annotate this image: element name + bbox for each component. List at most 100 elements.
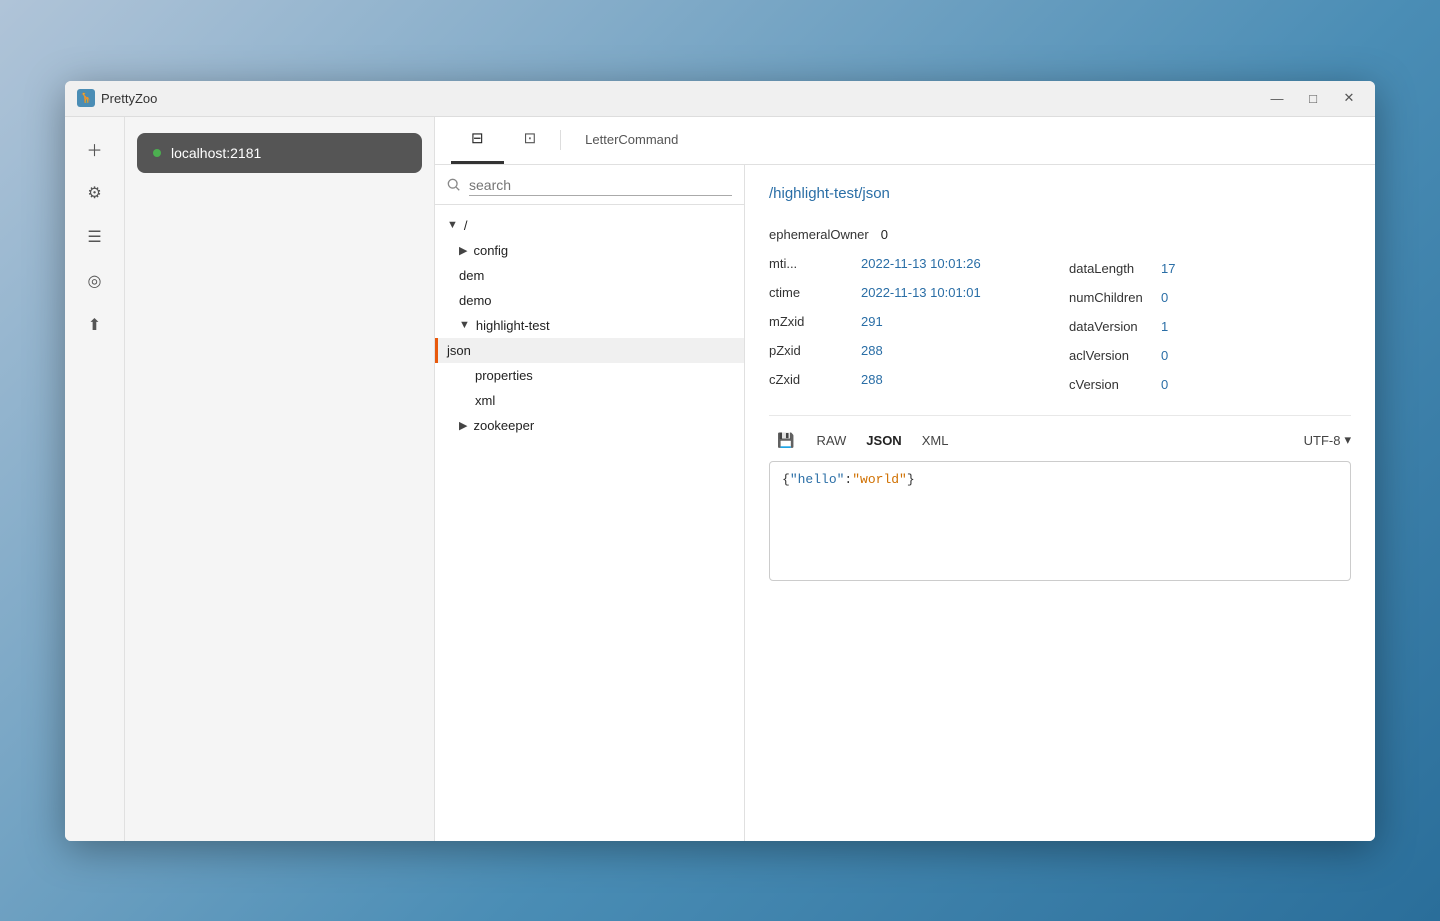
data-editor-toolbar: 💾 RAW JSON XML xyxy=(769,428,1351,453)
upload-button[interactable]: ⬆ xyxy=(75,305,115,345)
tree-item-root[interactable]: ▼ / xyxy=(435,213,744,238)
titlebar: 🦒 PrettyZoo — □ ✕ xyxy=(65,81,1375,117)
label-mzxid: mZxid xyxy=(769,314,849,329)
detail-row-datalength: dataLength 17 xyxy=(1069,254,1269,283)
list-button[interactable]: ☰ xyxy=(75,217,115,257)
detail-row-dataversion: dataVersion 1 xyxy=(1069,312,1269,341)
tree-item-highlight-test[interactable]: ▼ highlight-test xyxy=(435,313,744,338)
upload-icon: ⬆ xyxy=(88,315,101,335)
tree-panel: ▼ / ▶ config dem xyxy=(435,165,745,841)
tree-item-properties-label: properties xyxy=(475,368,533,383)
encoding-select[interactable]: UTF-8 ▾ xyxy=(1304,432,1351,448)
tab-letter-command[interactable]: LetterCommand xyxy=(565,117,698,164)
sidebar-icons: ＋ ⚙ ☰ ◎ ⬆ xyxy=(65,117,125,841)
tree-item-demo[interactable]: demo xyxy=(435,288,744,313)
connection-panel: localhost:2181 xyxy=(125,117,435,841)
value-aclversion: 0 xyxy=(1161,348,1168,363)
detail-row-cversion: cVersion 0 xyxy=(1069,370,1269,399)
detail-row-aclversion: aclVersion 0 xyxy=(1069,341,1269,370)
detail-row-ctime: ctime 2022-11-13 10:01:01 xyxy=(769,278,1029,307)
tree-tab-icon: ⊟ xyxy=(471,129,484,147)
json-value: "world" xyxy=(852,472,907,487)
connection-item[interactable]: localhost:2181 xyxy=(137,133,422,173)
detail-row-ephemeralowner: ephemeralOwner 0 xyxy=(769,220,1029,249)
label-cversion: cVersion xyxy=(1069,377,1149,392)
value-ephemeralowner: 0 xyxy=(881,227,888,242)
tab-tree[interactable]: ⊟ xyxy=(451,117,504,164)
label-pzxid: pZxid xyxy=(769,343,849,358)
tree-arrow-config: ▶ xyxy=(459,244,467,257)
connection-status-dot xyxy=(153,149,161,157)
settings-icon: ⚙ xyxy=(87,183,101,203)
tree-item-highlight-test-label: highlight-test xyxy=(476,318,550,333)
value-ctime: 2022-11-13 10:01:01 xyxy=(861,285,981,300)
tree-item-demo-label: demo xyxy=(459,293,492,308)
data-editor: 💾 RAW JSON XML xyxy=(769,415,1351,581)
app-title: 🦒 PrettyZoo xyxy=(77,89,157,107)
value-dataversion: 1 xyxy=(1161,319,1168,334)
minimize-button[interactable]: — xyxy=(1263,88,1291,108)
detail-row-mti: mti... 2022-11-13 10:01:26 xyxy=(769,249,1029,278)
tree-item-properties[interactable]: properties xyxy=(435,363,744,388)
tree-arrow-highlight-test: ▼ xyxy=(459,319,470,331)
format-xml-button[interactable]: XML xyxy=(916,431,955,450)
label-numchildren: numChildren xyxy=(1069,290,1149,305)
tree-item-xml[interactable]: xml xyxy=(435,388,744,413)
app-title-label: PrettyZoo xyxy=(101,91,157,106)
label-ephemeralowner: ephemeralOwner xyxy=(769,227,869,242)
titlebar-controls: — □ ✕ xyxy=(1263,88,1363,108)
detail-row-mzxid: mZxid 291 xyxy=(769,307,1029,336)
format-json-label: JSON xyxy=(866,433,901,448)
value-cversion: 0 xyxy=(1161,377,1168,392)
value-mzxid: 291 xyxy=(861,314,883,329)
right-area: ⊟ ⊡ LetterCommand xyxy=(435,117,1375,841)
tree-arrow-root: ▼ xyxy=(447,219,458,231)
tab-terminal[interactable]: ⊡ xyxy=(504,117,557,164)
connection-label: localhost:2181 xyxy=(171,145,261,161)
main-content: ＋ ⚙ ☰ ◎ ⬆ localhost:2181 xyxy=(65,117,1375,841)
tree-item-zookeeper-label: zookeeper xyxy=(473,418,534,433)
detail-row-pzxid: pZxid 288 xyxy=(769,336,1029,365)
format-raw-button[interactable]: RAW xyxy=(810,431,852,450)
detail-row-numchildren: numChildren 0 xyxy=(1069,283,1269,312)
json-close-brace: } xyxy=(907,472,915,487)
add-icon: ＋ xyxy=(86,137,102,161)
format-json-button[interactable]: JSON xyxy=(860,431,907,450)
tree-item-dem-label: dem xyxy=(459,268,484,283)
value-datalength: 17 xyxy=(1161,261,1175,276)
tree-item-dem[interactable]: dem xyxy=(435,263,744,288)
app-logo-icon: 🦒 xyxy=(77,89,95,107)
value-mti: 2022-11-13 10:01:26 xyxy=(861,256,981,271)
label-dataversion: dataVersion xyxy=(1069,319,1149,334)
json-open-brace: { xyxy=(782,472,790,487)
tree-item-json[interactable]: json xyxy=(435,338,744,363)
save-data-button[interactable]: 💾 xyxy=(769,428,802,453)
maximize-button[interactable]: □ xyxy=(1299,88,1327,108)
settings-button[interactable]: ⚙ xyxy=(75,173,115,213)
save-icon: 💾 xyxy=(777,432,794,448)
json-key: "hello" xyxy=(790,472,845,487)
search-icon xyxy=(447,178,461,195)
format-raw-label: RAW xyxy=(816,433,846,448)
value-pzxid: 288 xyxy=(861,343,883,358)
tree-item-zookeeper[interactable]: ▶ zookeeper xyxy=(435,413,744,438)
close-button[interactable]: ✕ xyxy=(1335,88,1363,108)
value-czxid: 288 xyxy=(861,372,883,387)
data-button[interactable]: ◎ xyxy=(75,261,115,301)
tree-arrow-zookeeper: ▶ xyxy=(459,419,467,432)
add-button[interactable]: ＋ xyxy=(75,129,115,169)
detail-row-czxid: cZxid 288 xyxy=(769,365,1029,394)
app-window: 🦒 PrettyZoo — □ ✕ ＋ ⚙ ☰ ◎ ⬆ xyxy=(65,81,1375,841)
search-input[interactable] xyxy=(469,177,732,196)
tree-item-json-label: json xyxy=(447,343,471,358)
letter-command-tab-label: LetterCommand xyxy=(585,132,678,147)
data-content-box[interactable]: {"hello":"world"} xyxy=(769,461,1351,581)
terminal-tab-icon: ⊡ xyxy=(524,129,537,147)
detail-panel: /highlight-test/json ephemeralOwner 0 xyxy=(745,165,1375,841)
tree-item-config[interactable]: ▶ config xyxy=(435,238,744,263)
tree: ▼ / ▶ config dem xyxy=(435,205,744,841)
tree-item-xml-label: xml xyxy=(475,393,495,408)
list-icon: ☰ xyxy=(87,227,101,247)
detail-path: /highlight-test/json xyxy=(769,185,1351,202)
format-xml-label: XML xyxy=(922,433,949,448)
